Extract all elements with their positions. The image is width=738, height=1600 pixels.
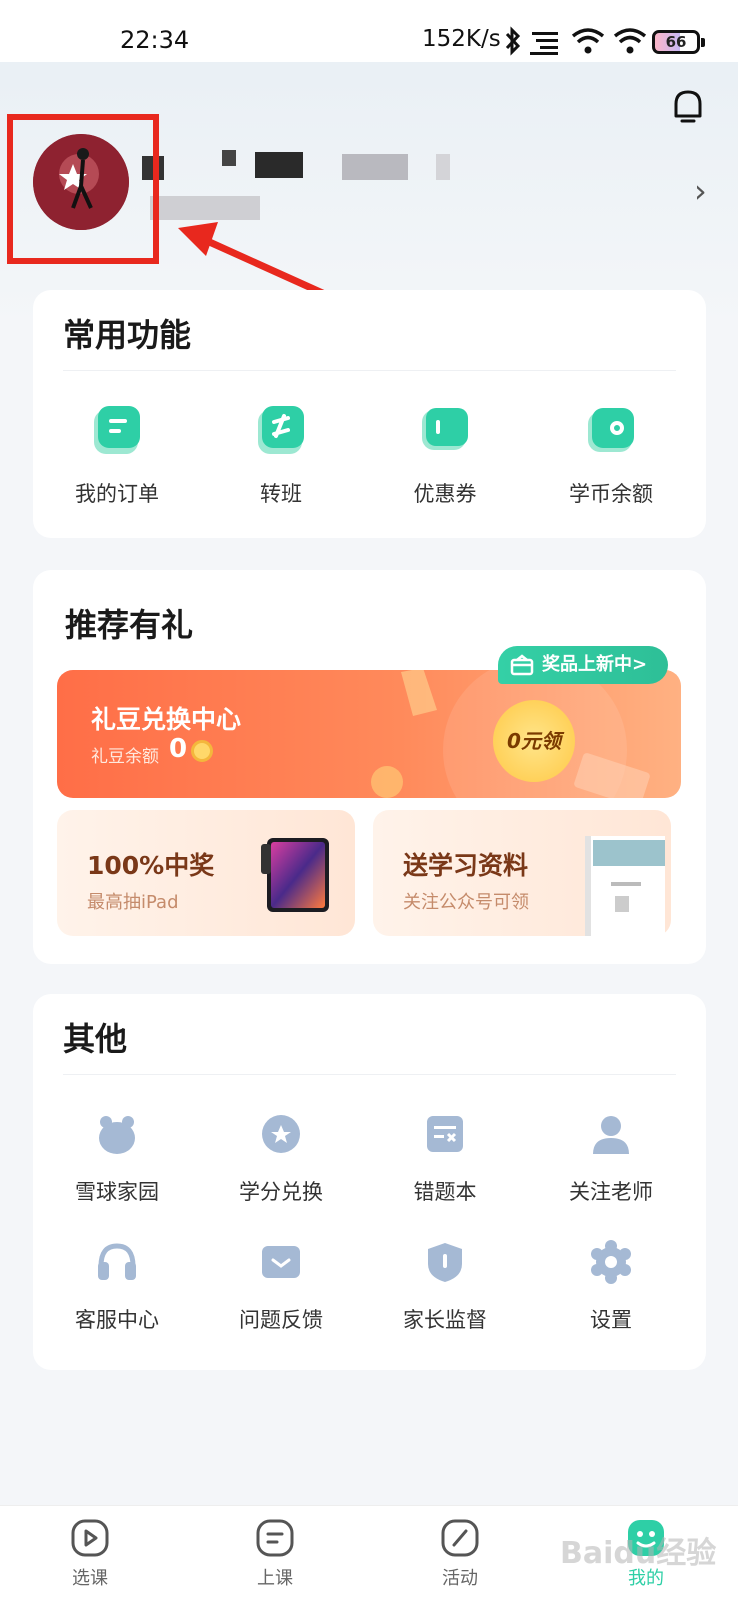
study-materials-desc: 关注公众号可领 <box>403 892 529 913</box>
transfer-class-label: 转班 <box>260 482 302 506</box>
common-functions-title: 常用功能 <box>63 316 192 354</box>
recommend-card: 推荐有礼 礼豆兑换中心 礼豆余额 0 0元领 100%中奖 最高抽iPad 送学… <box>33 570 706 964</box>
star-coin-icon <box>262 1115 300 1153</box>
status-icons <box>502 24 648 58</box>
new-prizes-label: 奖品上新中> <box>542 654 648 675</box>
settings-label: 设置 <box>590 1308 632 1332</box>
username-redacted <box>222 150 236 166</box>
coupon-icon <box>422 408 468 450</box>
common-functions-card: 常用功能 我的订单 转班 优惠券 学币余额 <box>33 290 706 538</box>
feedback-icon <box>262 1246 300 1278</box>
annotation-highlight-box <box>7 114 159 264</box>
headset-icon <box>98 1243 136 1280</box>
study-materials-card[interactable]: 送学习资料 关注公众号可领 <box>373 810 671 936</box>
book-image <box>585 836 665 936</box>
network-speed: 152K/s <box>422 26 501 52</box>
tab-attend-class[interactable]: 上课 <box>215 1518 335 1590</box>
customer-service-button[interactable]: 客服中心 <box>33 1240 201 1334</box>
divider <box>63 1074 676 1075</box>
username-redacted <box>342 154 408 180</box>
bean-exchange-title: 礼豆兑换中心 <box>91 705 242 734</box>
parent-supervision-button[interactable]: 家长监督 <box>361 1240 529 1334</box>
credit-exchange-button[interactable]: 学分兑换 <box>197 1112 365 1206</box>
shield-icon <box>428 1243 462 1282</box>
bean-balance-value: 0 <box>169 734 188 764</box>
mistake-book-button[interactable]: 错题本 <box>361 1112 529 1206</box>
transfer-class-icon <box>258 406 304 454</box>
profile-chevron-icon[interactable]: › <box>694 172 707 210</box>
class-icon <box>256 1519 294 1557</box>
bean-coin-icon <box>191 740 213 762</box>
new-prizes-badge[interactable]: 奖品上新中> <box>498 646 668 684</box>
gift-icon <box>510 654 534 676</box>
teacher-icon <box>593 1116 629 1154</box>
lottery-title: 100%中奖 <box>87 851 215 880</box>
lottery-card[interactable]: 100%中奖 最高抽iPad <box>57 810 355 936</box>
bean-exchange-banner[interactable]: 礼豆兑换中心 礼豆余额 0 0元领 <box>57 670 681 798</box>
feedback-button[interactable]: 问题反馈 <box>197 1240 365 1334</box>
coin-balance-label: 学币余额 <box>569 482 653 506</box>
ipad-image <box>261 838 329 912</box>
recommend-title: 推荐有礼 <box>65 606 194 644</box>
tab-attend-class-label: 上课 <box>257 1568 293 1589</box>
bear-icon <box>99 1116 135 1154</box>
gear-icon <box>591 1240 631 1284</box>
feedback-label: 问题反馈 <box>239 1308 323 1332</box>
my-orders-label: 我的订单 <box>75 482 159 506</box>
play-circle-icon <box>71 1519 109 1557</box>
mistake-book-icon <box>427 1116 463 1152</box>
signal-icon <box>530 32 558 55</box>
tab-activities[interactable]: 活动 <box>400 1518 520 1590</box>
snowball-home-label: 雪球家园 <box>75 1180 159 1204</box>
tab-select-course-label: 选课 <box>72 1568 108 1589</box>
order-icon <box>94 406 140 454</box>
tab-activities-label: 活动 <box>442 1568 478 1589</box>
watermark: Baidu经验 <box>560 1536 717 1571</box>
wallet-icon <box>588 408 634 452</box>
study-materials-title: 送学习资料 <box>403 851 529 880</box>
coupon-button[interactable]: 优惠券 <box>361 402 529 508</box>
credit-exchange-label: 学分兑换 <box>239 1180 323 1204</box>
customer-service-label: 客服中心 <box>75 1308 159 1332</box>
battery-indicator: 66 <box>652 30 705 54</box>
mistake-book-label: 错题本 <box>413 1180 477 1204</box>
wifi-icon <box>571 28 605 54</box>
snowball-home-button[interactable]: 雪球家园 <box>33 1112 201 1206</box>
follow-teacher-button[interactable]: 关注老师 <box>527 1112 695 1206</box>
lottery-desc: 最高抽iPad <box>87 892 179 913</box>
other-card: 其他 雪球家园 学分兑换 错题本 关注老师 客服中心 问题反馈 家长监督 设置 <box>33 994 706 1370</box>
my-orders-button[interactable]: 我的订单 <box>33 402 201 508</box>
settings-button[interactable]: 设置 <box>527 1240 695 1334</box>
other-title: 其他 <box>63 1020 128 1058</box>
bluetooth-icon <box>505 26 521 56</box>
username-redacted <box>255 152 303 178</box>
bottom-tab-bar: 选课 上课 活动 我的 Baidu经验 <box>0 1505 738 1600</box>
status-time: 22:34 <box>120 26 190 54</box>
tab-select-course[interactable]: 选课 <box>30 1518 150 1590</box>
wifi-icon-2 <box>613 28 647 54</box>
activity-icon <box>441 1519 479 1557</box>
free-claim-bubble[interactable]: 0元领 <box>493 700 575 782</box>
bean-balance-label: 礼豆余额 <box>91 747 159 767</box>
notification-bell-icon[interactable] <box>668 86 708 126</box>
follow-teacher-label: 关注老师 <box>569 1180 653 1204</box>
status-bar: 22:34 152K/s 66 <box>0 0 738 62</box>
username-redacted <box>436 154 450 180</box>
parent-supervision-label: 家长监督 <box>403 1308 487 1332</box>
transfer-class-button[interactable]: 转班 <box>197 402 365 508</box>
divider <box>63 370 676 371</box>
coupon-label: 优惠券 <box>413 482 477 506</box>
coin-balance-button[interactable]: 学币余额 <box>527 402 695 508</box>
user-id-redacted <box>150 196 260 220</box>
